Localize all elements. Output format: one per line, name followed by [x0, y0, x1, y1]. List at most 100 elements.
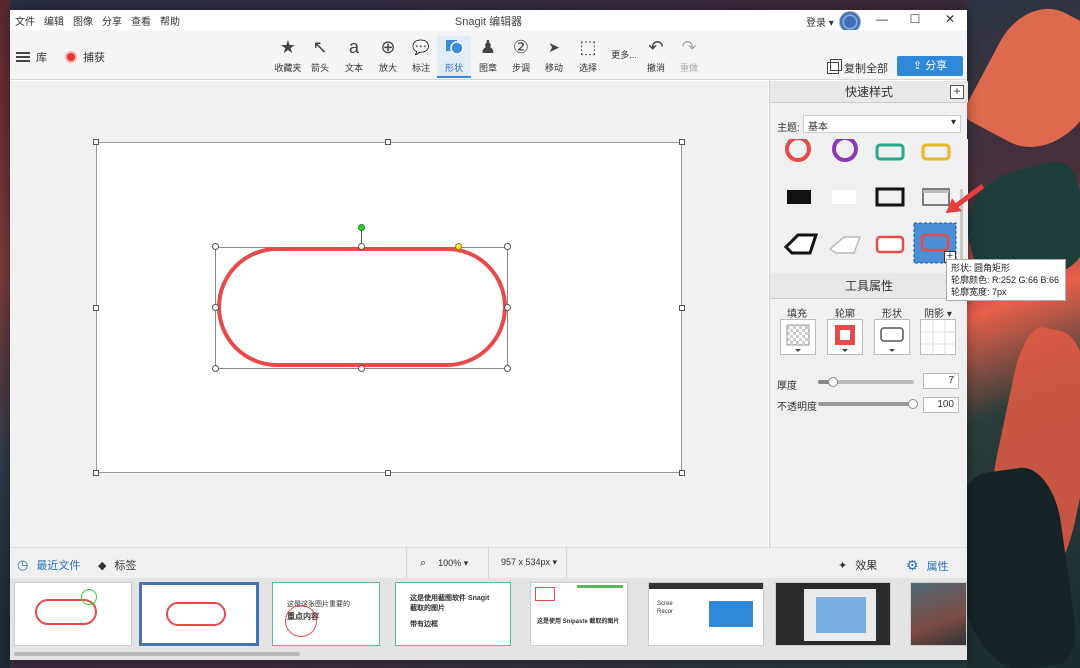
record-icon[interactable]	[65, 51, 77, 63]
tags-button[interactable]: ◆ 标签	[98, 557, 136, 573]
thumbnail[interactable]: Scree Recor	[648, 582, 764, 646]
capture-button[interactable]: 捕获	[83, 49, 105, 65]
shadow-picker[interactable]	[920, 319, 957, 356]
resize-handle[interactable]	[679, 139, 685, 145]
desktop-wallpaper	[967, 0, 1080, 668]
tool-magnify[interactable]: ⊕ 放大	[371, 36, 405, 78]
text-icon: a	[348, 37, 359, 57]
thickness-input[interactable]: 7	[923, 373, 959, 389]
resize-handle[interactable]	[93, 470, 99, 476]
canvas-area[interactable]	[10, 81, 768, 556]
minimize-icon[interactable]: —	[873, 12, 891, 28]
menu-icon[interactable]	[16, 52, 30, 62]
thumbnail[interactable]	[14, 582, 132, 646]
shape-handle[interactable]	[212, 365, 219, 372]
tool-move[interactable]: ➤ 移动	[537, 36, 571, 78]
shape-handle[interactable]	[358, 243, 365, 250]
theme-label: 主题:	[777, 123, 800, 134]
outline-color-icon	[835, 325, 855, 352]
outline-label: 轮廓	[835, 309, 855, 320]
zoom-control[interactable]: ⌕ 100% ▾	[420, 557, 468, 570]
resize-handle[interactable]	[679, 305, 685, 311]
copy-all-button[interactable]: 复制全部	[827, 59, 888, 76]
tool-props-header: 工具属性	[770, 273, 968, 299]
tool-stamp[interactable]: ♟ 图章	[471, 36, 505, 78]
resize-handle[interactable]	[385, 139, 391, 145]
shape-handle[interactable]	[504, 365, 511, 372]
shape-handle[interactable]	[212, 304, 219, 311]
select-icon: ⬚	[579, 37, 597, 57]
close-icon[interactable]: ✕	[941, 12, 959, 28]
copy-icon	[827, 59, 842, 74]
resize-handle[interactable]	[93, 139, 99, 145]
clock-icon: ◷	[17, 557, 29, 572]
stamp-icon: ♟	[479, 37, 497, 57]
shape-handle[interactable]	[358, 365, 365, 372]
shape-handle[interactable]	[504, 243, 511, 250]
resize-handle[interactable]	[385, 470, 391, 476]
bottom-bar: ◷ 最近文件 ◆ 标签 ⌕ 100% ▾ 957 x 534px ▾ ✦ 效果 …	[10, 547, 967, 579]
desktop-left-edge	[0, 0, 10, 668]
fill-picker[interactable]	[780, 319, 816, 355]
effects-button[interactable]: ✦ 效果	[838, 557, 877, 573]
tool-favorites[interactable]: ★ 收藏夹	[271, 36, 305, 78]
corner-radius-handle[interactable]	[455, 243, 462, 250]
shape-icon	[437, 36, 471, 58]
thickness-slider-thumb[interactable]	[828, 377, 838, 387]
rotate-handle[interactable]	[358, 224, 365, 231]
thickness-label: 厚度	[777, 381, 797, 392]
resize-handle[interactable]	[679, 470, 685, 476]
opacity-slider-thumb[interactable]	[908, 399, 918, 409]
title-bar: 文件 编辑 图像 分享 查看 帮助 Snagit 编辑器 登录 ▾ — ☐ ✕	[10, 10, 967, 33]
fill-label: 填充	[787, 309, 807, 320]
tag-icon: ◆	[98, 559, 107, 572]
redo-button[interactable]: ↷ 重做	[672, 36, 706, 78]
tool-text[interactable]: a 文本	[337, 36, 371, 78]
shape-handle[interactable]	[504, 304, 511, 311]
shadow-grid-icon	[921, 320, 957, 356]
share-button[interactable]: ⇪ 分享	[897, 56, 963, 76]
quick-styles-header: 快速样式 +	[770, 81, 968, 103]
side-panel: 快速样式 + 主题: 基本 + 工具属性 填充	[769, 81, 968, 556]
maximize-icon[interactable]: ☐	[906, 12, 924, 28]
login-button[interactable]: 登录 ▾	[806, 14, 834, 29]
magic-wand-icon: ✦	[838, 559, 848, 572]
thumbnail-selected[interactable]	[139, 582, 259, 646]
properties-button[interactable]: ⚙ 属性	[906, 557, 949, 574]
opacity-slider[interactable]	[818, 402, 914, 406]
gear-icon: ⚙	[906, 557, 919, 573]
tool-arrow[interactable]: ↖ 箭头	[303, 36, 337, 78]
callout-icon: 💬	[412, 39, 430, 55]
thumbnail[interactable]: 这是使用截图软件 Snagit 截取的图片 带有边框	[395, 582, 511, 646]
image-size-control[interactable]: 957 x 534px ▾	[501, 557, 557, 568]
step-icon: ②	[512, 37, 530, 57]
tool-select[interactable]: ⬚ 选择	[571, 36, 605, 78]
transparent-fill-icon	[786, 324, 810, 352]
undo-button[interactable]: ↶ 撤消	[639, 36, 673, 78]
thumbnail[interactable]: 这是这张图片重要的 重点内容	[272, 582, 380, 646]
outline-picker[interactable]	[827, 319, 863, 355]
rounded-rectangle-shape[interactable]	[217, 247, 507, 367]
thumbnail[interactable]: 这是使用 Snipaste 截取的图片	[530, 582, 628, 646]
shape-picker[interactable]	[874, 319, 910, 355]
thumbnail[interactable]	[775, 582, 891, 646]
add-style-button[interactable]: +	[950, 85, 964, 99]
style-tooltip: 形状: 圆角矩形 轮廓颜色: R:252 G:66 B:66 轮廓宽度: 7px	[946, 259, 1066, 301]
opacity-input[interactable]: 100	[923, 397, 959, 413]
tool-callout[interactable]: 💬 标注	[404, 36, 438, 78]
opacity-label: 不透明度	[777, 402, 817, 413]
theme-select[interactable]: 基本	[803, 115, 961, 133]
shadow-label[interactable]: 阴影 ▾	[918, 305, 958, 320]
shape-handle[interactable]	[212, 243, 219, 250]
resize-handle[interactable]	[93, 305, 99, 311]
quick-style-swatches	[770, 139, 968, 271]
star-icon: ★	[279, 37, 297, 57]
thumbnail[interactable]	[910, 582, 967, 646]
arrow-icon: ↖	[312, 37, 328, 57]
recent-files-tray: 这是这张图片重要的 重点内容 这是使用截图软件 Snagit 截取的图片 带有边…	[10, 578, 967, 660]
tool-shape[interactable]: 形状	[437, 36, 471, 78]
recent-files-button[interactable]: ◷ 最近文件	[17, 557, 80, 573]
tool-step[interactable]: ② 步调	[504, 36, 538, 78]
library-button[interactable]: 库	[36, 49, 47, 65]
tray-scrollbar[interactable]	[14, 652, 300, 656]
